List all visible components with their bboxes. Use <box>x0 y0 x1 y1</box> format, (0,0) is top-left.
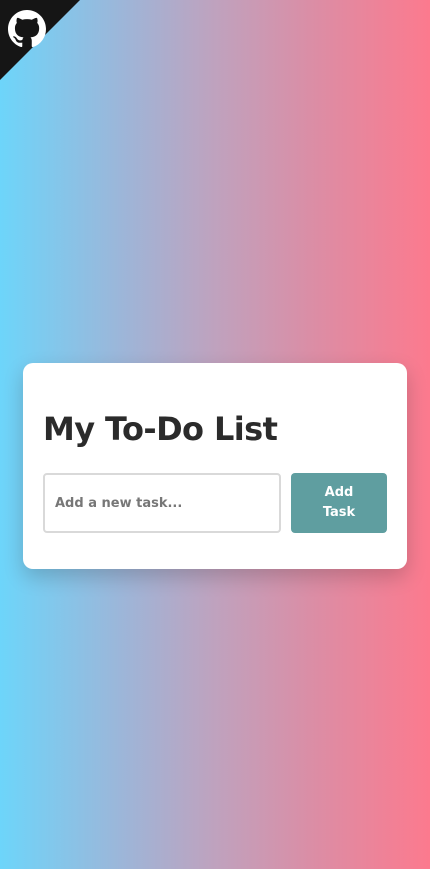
add-task-button[interactable]: Add Task <box>291 473 387 533</box>
page-title: My To-Do List <box>43 410 278 448</box>
new-task-input[interactable] <box>43 473 281 533</box>
task-input-row: Add Task <box>43 473 387 533</box>
todo-card: My To-Do List Add Task <box>23 363 407 569</box>
github-octocat-icon <box>8 10 46 48</box>
